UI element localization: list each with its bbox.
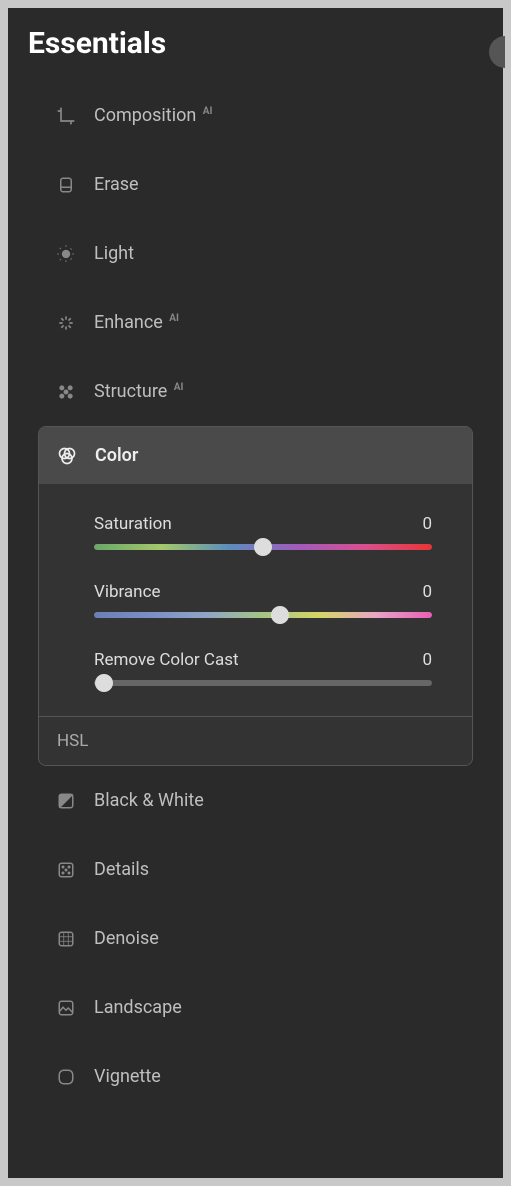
color-sliders: Saturation 0 Vibrance 0 Remove Color C bbox=[39, 484, 472, 716]
saturation-slider-row: Saturation 0 bbox=[94, 514, 432, 550]
vibrance-thumb[interactable] bbox=[271, 606, 289, 624]
tool-label: Denoise bbox=[94, 928, 159, 949]
crop-icon bbox=[56, 106, 76, 126]
tool-light[interactable]: Light bbox=[8, 219, 503, 288]
black-white-icon bbox=[56, 791, 76, 811]
remove-color-cast-thumb[interactable] bbox=[95, 674, 113, 692]
color-icon bbox=[57, 446, 77, 466]
tool-black-white[interactable]: Black & White bbox=[8, 766, 503, 835]
tool-structure[interactable]: Structure AI bbox=[8, 357, 503, 426]
tool-label: Structure bbox=[94, 381, 167, 402]
tool-label: Black & White bbox=[94, 790, 204, 811]
light-icon bbox=[56, 244, 76, 264]
enhance-icon bbox=[56, 313, 76, 333]
erase-icon bbox=[56, 175, 76, 195]
tool-label: Details bbox=[94, 859, 149, 880]
tool-label: Composition bbox=[94, 105, 196, 126]
hsl-row[interactable]: HSL bbox=[39, 716, 472, 765]
structure-icon bbox=[56, 382, 76, 402]
remove-color-cast-value: 0 bbox=[422, 650, 432, 670]
color-label: Color bbox=[95, 445, 138, 466]
tool-label: Vignette bbox=[94, 1066, 161, 1087]
tool-details[interactable]: Details bbox=[8, 835, 503, 904]
panel-title: Essentials bbox=[8, 26, 503, 81]
ai-badge: AI bbox=[203, 106, 213, 117]
landscape-icon bbox=[56, 998, 76, 1018]
color-header[interactable]: Color bbox=[39, 427, 472, 484]
tool-composition[interactable]: Composition AI bbox=[8, 81, 503, 150]
vibrance-slider-row: Vibrance 0 bbox=[94, 582, 432, 618]
tool-vignette[interactable]: Vignette bbox=[8, 1042, 503, 1111]
tool-label: Light bbox=[94, 243, 134, 264]
tool-erase[interactable]: Erase bbox=[8, 150, 503, 219]
details-icon bbox=[56, 860, 76, 880]
vibrance-value: 0 bbox=[422, 582, 432, 602]
remove-color-cast-slider[interactable] bbox=[94, 680, 432, 686]
tool-label: Landscape bbox=[94, 997, 182, 1018]
vignette-icon bbox=[56, 1067, 76, 1087]
essentials-panel: Essentials Composition AI Erase Light En… bbox=[8, 8, 503, 1178]
ai-badge: AI bbox=[169, 313, 179, 324]
denoise-icon bbox=[56, 929, 76, 949]
tool-denoise[interactable]: Denoise bbox=[8, 904, 503, 973]
saturation-label: Saturation bbox=[94, 514, 172, 534]
vibrance-slider[interactable] bbox=[94, 612, 432, 618]
saturation-thumb[interactable] bbox=[254, 538, 272, 556]
ai-badge: AI bbox=[174, 382, 184, 393]
hsl-label: HSL bbox=[57, 731, 88, 751]
tool-label: Erase bbox=[94, 174, 139, 195]
remove-color-cast-slider-row: Remove Color Cast 0 bbox=[94, 650, 432, 686]
tool-label: Enhance bbox=[94, 312, 163, 333]
saturation-value: 0 bbox=[422, 514, 432, 534]
remove-color-cast-label: Remove Color Cast bbox=[94, 650, 239, 670]
tool-landscape[interactable]: Landscape bbox=[8, 973, 503, 1042]
vibrance-label: Vibrance bbox=[94, 582, 160, 602]
saturation-slider[interactable] bbox=[94, 544, 432, 550]
tool-enhance[interactable]: Enhance AI bbox=[8, 288, 503, 357]
tool-color-expanded: Color Saturation 0 Vibrance 0 bbox=[38, 426, 473, 766]
